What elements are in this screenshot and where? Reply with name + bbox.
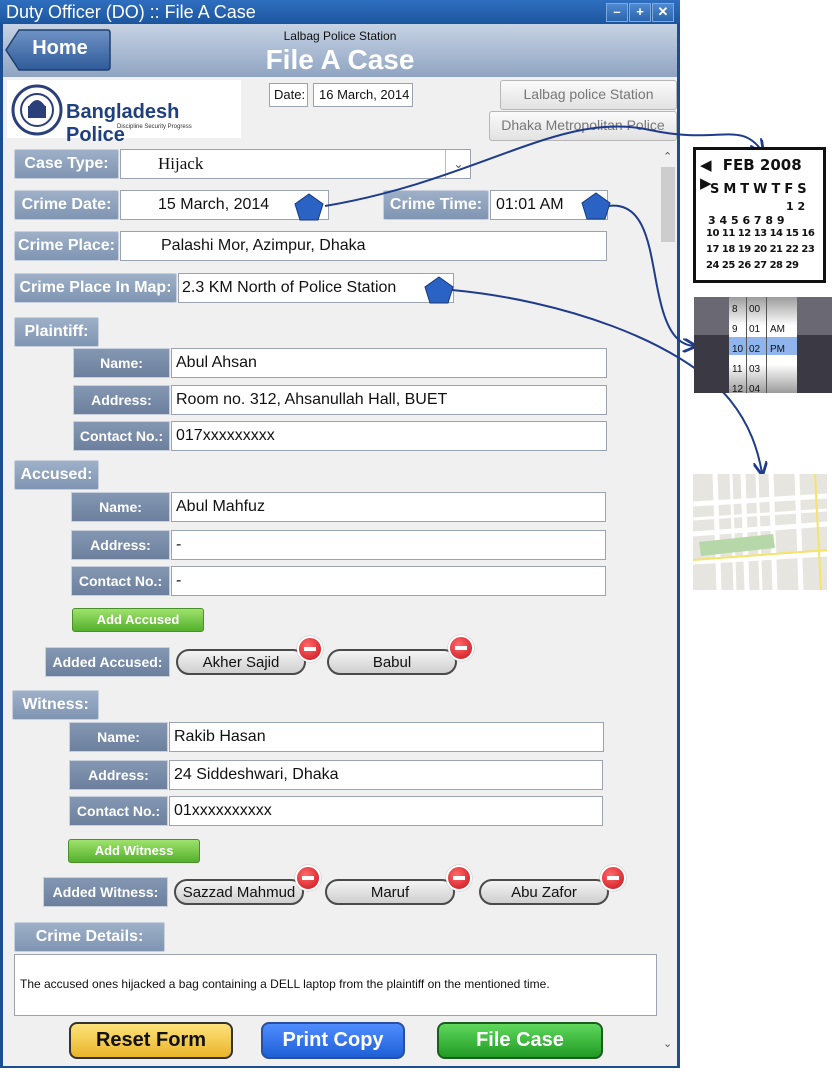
date-picker-popup: ◀ FEB 2008 ▶ SMTWTFS 1 2 3 4 5 6 7 8 9 1… [693, 147, 826, 283]
hour-option[interactable]: 8 [732, 300, 743, 320]
minute-option[interactable]: 04 [749, 380, 760, 400]
prev-month-icon[interactable]: ◀ [700, 156, 712, 174]
calendar-row[interactable]: 24 25 26 27 28 29 [706, 260, 799, 271]
hour-option[interactable]: 9 [732, 320, 743, 340]
calendar-row[interactable]: 17 18 19 20 21 22 23 [706, 244, 815, 255]
time-picker-popup: 8 9 10 11 12 00 01 02 03 04 AM PM [694, 297, 832, 395]
minute-option[interactable]: 00 [749, 300, 760, 320]
minute-option[interactable]: 03 [749, 360, 760, 380]
minute-option[interactable]: 02 [749, 340, 760, 360]
minute-column[interactable]: 00 01 02 03 04 [749, 300, 760, 400]
ampm-column[interactable]: AM PM [770, 320, 785, 360]
ampm-option[interactable]: AM [770, 320, 785, 340]
calendar-row[interactable]: 1 2 [786, 200, 805, 213]
clock-marker-icon[interactable] [581, 192, 611, 220]
ampm-option[interactable]: PM [770, 340, 785, 360]
hour-option[interactable]: 10 [732, 340, 743, 360]
minute-option[interactable]: 01 [749, 320, 760, 340]
map-marker-icon[interactable] [424, 276, 454, 304]
hour-option[interactable]: 11 [732, 360, 743, 380]
calendar-month: FEB 2008 [722, 156, 802, 174]
calendar-marker-icon[interactable] [294, 193, 324, 221]
calendar-row[interactable]: 3 4 5 6 7 8 9 [708, 214, 785, 227]
calendar-row[interactable]: 10 11 12 13 14 15 16 [706, 228, 815, 239]
map-thumbnail[interactable] [692, 473, 828, 591]
street-map-image [692, 473, 828, 591]
calendar-weekdays: SMTWTFS [710, 182, 811, 197]
hour-column[interactable]: 8 9 10 11 12 [732, 300, 743, 400]
hour-option[interactable]: 12 [732, 380, 743, 400]
